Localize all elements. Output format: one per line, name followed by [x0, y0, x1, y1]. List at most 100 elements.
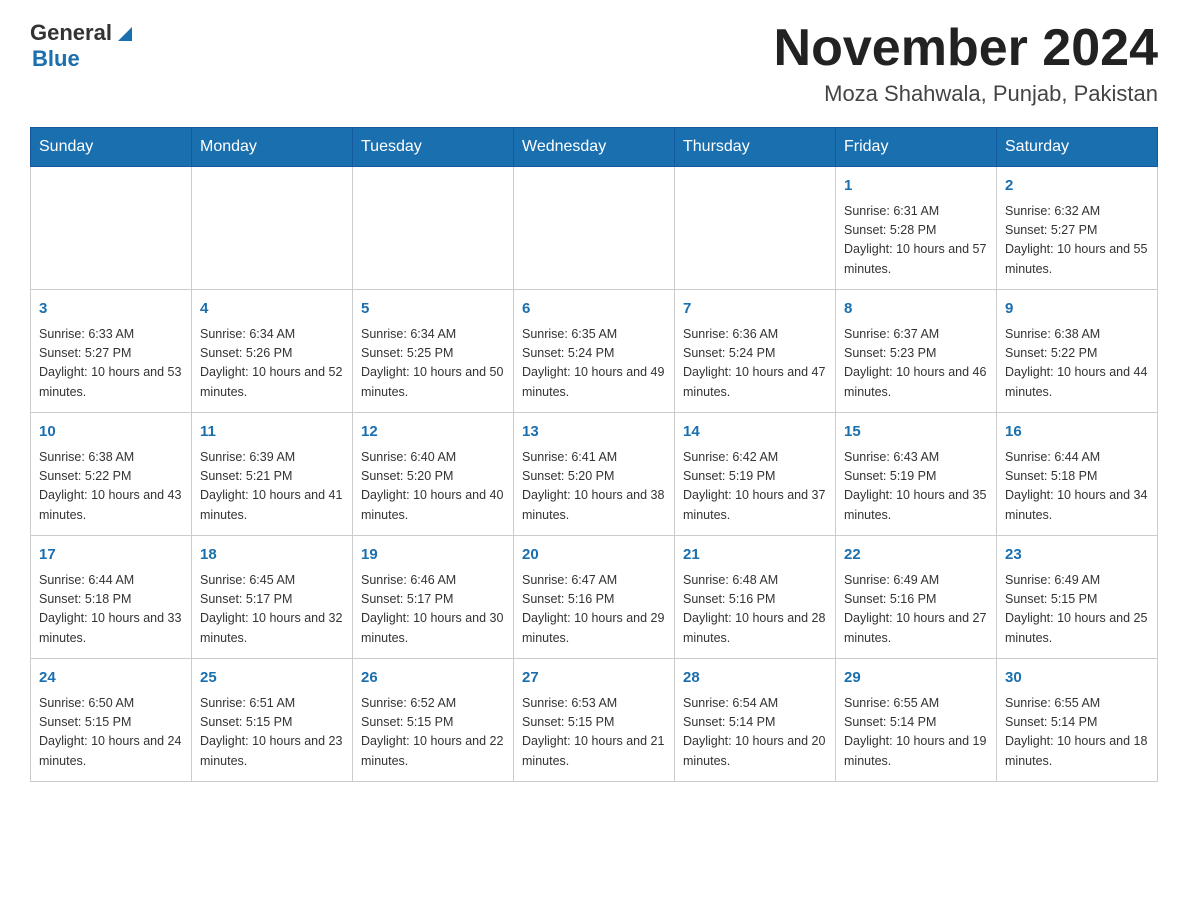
day-info: Sunrise: 6:35 AMSunset: 5:24 PMDaylight:… [522, 325, 666, 403]
day-number: 3 [39, 298, 183, 321]
day-info: Sunrise: 6:34 AMSunset: 5:26 PMDaylight:… [200, 325, 344, 403]
table-row: 13 Sunrise: 6:41 AMSunset: 5:20 PMDayligh… [514, 413, 675, 536]
day-info: Sunrise: 6:42 AMSunset: 5:19 PMDaylight:… [683, 448, 827, 526]
header-wednesday: Wednesday [514, 128, 675, 167]
table-row: 25 Sunrise: 6:51 AMSunset: 5:15 PMDayligh… [192, 659, 353, 782]
table-row: 28Sunrise: 6:54 AMSunset: 5:14 PMDayligh… [675, 659, 836, 782]
day-info: Sunrise: 6:41 AMSunset: 5:20 PMDaylight:… [522, 448, 666, 526]
table-row: 29 Sunrise: 6:55 AMSunset: 5:14 PMDayligh… [836, 659, 997, 782]
calendar-table: SundayMondayTuesdayWednesdayThursdayFrid… [30, 127, 1158, 782]
table-row: 8 Sunrise: 6:37 AMSunset: 5:23 PMDaylight… [836, 290, 997, 413]
day-info: Sunrise: 6:34 AMSunset: 5:25 PMDaylight:… [361, 325, 505, 403]
day-number: 8 [844, 298, 988, 321]
day-info: Sunrise: 6:50 AMSunset: 5:15 PMDaylight:… [39, 694, 183, 772]
day-number: 4 [200, 298, 344, 321]
day-info: Sunrise: 6:49 AMSunset: 5:15 PMDaylight:… [1005, 571, 1149, 649]
table-row: 22Sunrise: 6:49 AMSunset: 5:16 PMDayligh… [836, 536, 997, 659]
day-info: Sunrise: 6:38 AMSunset: 5:22 PMDaylight:… [1005, 325, 1149, 403]
day-info: Sunrise: 6:40 AMSunset: 5:20 PMDaylight:… [361, 448, 505, 526]
day-info: Sunrise: 6:39 AMSunset: 5:21 PMDaylight:… [200, 448, 344, 526]
day-info: Sunrise: 6:51 AMSunset: 5:15 PMDaylight:… [200, 694, 344, 772]
day-info: Sunrise: 6:47 AMSunset: 5:16 PMDaylight:… [522, 571, 666, 649]
table-row: 26 Sunrise: 6:52 AMSunset: 5:15 PMDayligh… [353, 659, 514, 782]
logo-general-text: General [30, 20, 112, 46]
table-row: 15 Sunrise: 6:43 AMSunset: 5:19 PMDayligh… [836, 413, 997, 536]
day-info: Sunrise: 6:37 AMSunset: 5:23 PMDaylight:… [844, 325, 988, 403]
table-row: 19Sunrise: 6:46 AMSunset: 5:17 PMDayligh… [353, 536, 514, 659]
day-number: 16 [1005, 421, 1149, 444]
table-row: 14 Sunrise: 6:42 AMSunset: 5:19 PMDayligh… [675, 413, 836, 536]
day-info: Sunrise: 6:48 AMSunset: 5:16 PMDaylight:… [683, 571, 827, 649]
day-number: 27 [522, 667, 666, 690]
logo-triangle-icon [114, 23, 136, 45]
location-title: Moza Shahwala, Punjab, Pakistan [774, 81, 1158, 107]
table-row: 21 Sunrise: 6:48 AMSunset: 5:16 PMDayligh… [675, 536, 836, 659]
table-row: 5 Sunrise: 6:34 AMSunset: 5:25 PMDaylight… [353, 290, 514, 413]
week-row-4: 17 Sunrise: 6:44 AMSunset: 5:18 PMDayligh… [31, 536, 1158, 659]
header-saturday: Saturday [997, 128, 1158, 167]
day-number: 10 [39, 421, 183, 444]
table-row: 2Sunrise: 6:32 AMSunset: 5:27 PMDaylight… [997, 167, 1158, 290]
day-number: 24 [39, 667, 183, 690]
day-number: 14 [683, 421, 827, 444]
week-row-5: 24 Sunrise: 6:50 AMSunset: 5:15 PMDayligh… [31, 659, 1158, 782]
day-number: 20 [522, 544, 666, 567]
table-row [31, 167, 192, 290]
day-number: 29 [844, 667, 988, 690]
day-info: Sunrise: 6:53 AMSunset: 5:15 PMDaylight:… [522, 694, 666, 772]
day-info: Sunrise: 6:52 AMSunset: 5:15 PMDaylight:… [361, 694, 505, 772]
day-number: 19 [361, 544, 505, 567]
calendar-header-row: SundayMondayTuesdayWednesdayThursdayFrid… [31, 128, 1158, 167]
day-info: Sunrise: 6:43 AMSunset: 5:19 PMDaylight:… [844, 448, 988, 526]
day-number: 21 [683, 544, 827, 567]
table-row: 6 Sunrise: 6:35 AMSunset: 5:24 PMDaylight… [514, 290, 675, 413]
header-monday: Monday [192, 128, 353, 167]
day-info: Sunrise: 6:33 AMSunset: 5:27 PMDaylight:… [39, 325, 183, 403]
week-row-2: 3 Sunrise: 6:33 AMSunset: 5:27 PMDaylight… [31, 290, 1158, 413]
day-info: Sunrise: 6:32 AMSunset: 5:27 PMDaylight:… [1005, 202, 1149, 280]
table-row [675, 167, 836, 290]
day-number: 5 [361, 298, 505, 321]
month-title: November 2024 [774, 20, 1158, 77]
table-row: 30Sunrise: 6:55 AMSunset: 5:14 PMDayligh… [997, 659, 1158, 782]
day-number: 9 [1005, 298, 1149, 321]
header-tuesday: Tuesday [353, 128, 514, 167]
table-row: 27 Sunrise: 6:53 AMSunset: 5:15 PMDayligh… [514, 659, 675, 782]
page-header: General Blue November 2024 Moza Shahwala… [30, 20, 1158, 107]
day-info: Sunrise: 6:54 AMSunset: 5:14 PMDaylight:… [683, 694, 827, 772]
day-number: 25 [200, 667, 344, 690]
table-row: 4 Sunrise: 6:34 AMSunset: 5:26 PMDaylight… [192, 290, 353, 413]
table-row: 12Sunrise: 6:40 AMSunset: 5:20 PMDayligh… [353, 413, 514, 536]
table-row: 11 Sunrise: 6:39 AMSunset: 5:21 PMDayligh… [192, 413, 353, 536]
table-row: 1Sunrise: 6:31 AMSunset: 5:28 PMDaylight… [836, 167, 997, 290]
day-info: Sunrise: 6:44 AMSunset: 5:18 PMDaylight:… [1005, 448, 1149, 526]
table-row: 17 Sunrise: 6:44 AMSunset: 5:18 PMDayligh… [31, 536, 192, 659]
table-row: 24 Sunrise: 6:50 AMSunset: 5:15 PMDayligh… [31, 659, 192, 782]
table-row: 20 Sunrise: 6:47 AMSunset: 5:16 PMDayligh… [514, 536, 675, 659]
day-info: Sunrise: 6:44 AMSunset: 5:18 PMDaylight:… [39, 571, 183, 649]
table-row: 7 Sunrise: 6:36 AMSunset: 5:24 PMDaylight… [675, 290, 836, 413]
day-number: 26 [361, 667, 505, 690]
day-number: 15 [844, 421, 988, 444]
table-row [353, 167, 514, 290]
day-info: Sunrise: 6:45 AMSunset: 5:17 PMDaylight:… [200, 571, 344, 649]
table-row: 10Sunrise: 6:38 AMSunset: 5:22 PMDayligh… [31, 413, 192, 536]
day-info: Sunrise: 6:36 AMSunset: 5:24 PMDaylight:… [683, 325, 827, 403]
day-number: 6 [522, 298, 666, 321]
header-thursday: Thursday [675, 128, 836, 167]
day-number: 17 [39, 544, 183, 567]
day-number: 11 [200, 421, 344, 444]
day-info: Sunrise: 6:55 AMSunset: 5:14 PMDaylight:… [1005, 694, 1149, 772]
day-info: Sunrise: 6:55 AMSunset: 5:14 PMDaylight:… [844, 694, 988, 772]
week-row-3: 10Sunrise: 6:38 AMSunset: 5:22 PMDayligh… [31, 413, 1158, 536]
table-row [514, 167, 675, 290]
logo-blue-text: Blue [32, 46, 80, 72]
day-number: 13 [522, 421, 666, 444]
title-section: November 2024 Moza Shahwala, Punjab, Pak… [774, 20, 1158, 107]
day-number: 7 [683, 298, 827, 321]
logo: General Blue [30, 20, 136, 72]
table-row: 18Sunrise: 6:45 AMSunset: 5:17 PMDayligh… [192, 536, 353, 659]
table-row: 3 Sunrise: 6:33 AMSunset: 5:27 PMDaylight… [31, 290, 192, 413]
table-row [192, 167, 353, 290]
day-info: Sunrise: 6:49 AMSunset: 5:16 PMDaylight:… [844, 571, 988, 649]
